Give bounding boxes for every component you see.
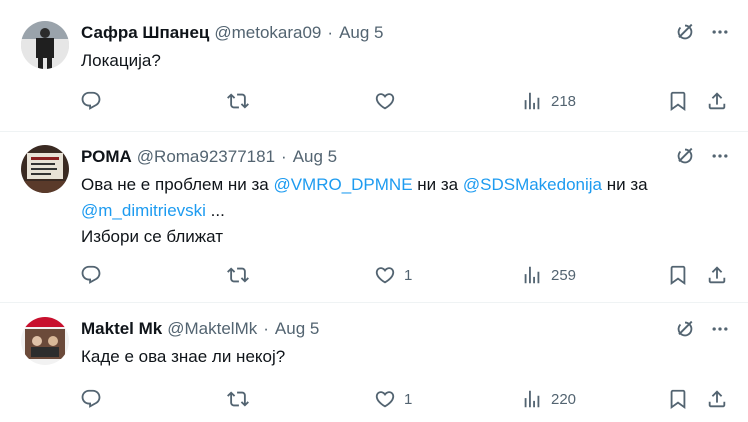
tweet-text: Локација? bbox=[81, 48, 721, 74]
more-icon[interactable] bbox=[710, 319, 730, 339]
user-handle[interactable]: @Roma92377181 bbox=[137, 147, 275, 167]
views-button[interactable]: 259 bbox=[521, 258, 576, 292]
tweet-actions: 1 259 bbox=[70, 258, 740, 292]
avatar[interactable] bbox=[21, 145, 69, 193]
retweet-button[interactable] bbox=[227, 382, 249, 416]
tweet-actions: 1 220 bbox=[70, 382, 740, 416]
tweet[interactable]: Maktel Mk @MaktelMk · Aug 5 Каде е ова з… bbox=[0, 303, 748, 422]
more-icon[interactable] bbox=[710, 22, 730, 42]
user-handle[interactable]: @MaktelMk bbox=[167, 319, 257, 339]
retweet-icon bbox=[227, 264, 249, 286]
grok-icon[interactable] bbox=[674, 21, 696, 43]
mention-link[interactable]: @VMRO_DPMNE bbox=[273, 175, 412, 194]
retweet-button[interactable] bbox=[227, 84, 249, 118]
retweet-button[interactable] bbox=[227, 258, 249, 292]
share-icon bbox=[706, 388, 728, 410]
retweet-icon bbox=[227, 90, 249, 112]
separator: · bbox=[327, 23, 334, 42]
share-icon bbox=[706, 264, 728, 286]
tweet-actions: 218 bbox=[70, 84, 740, 118]
bookmark-icon bbox=[667, 388, 689, 410]
like-icon bbox=[374, 90, 396, 112]
tweet[interactable]: Сафра Шпанец @metokara09 · Aug 5 Локациј… bbox=[0, 0, 748, 130]
reply-button[interactable] bbox=[80, 382, 102, 416]
user-handle[interactable]: @metokara09 bbox=[214, 23, 321, 43]
tweet-date[interactable]: Aug 5 bbox=[339, 23, 383, 43]
avatar-image bbox=[21, 145, 69, 193]
like-count: 1 bbox=[404, 390, 413, 408]
text-segment: ни за bbox=[602, 175, 648, 194]
views-icon bbox=[521, 388, 543, 410]
tweet-date[interactable]: Aug 5 bbox=[293, 147, 337, 167]
like-icon bbox=[374, 388, 396, 410]
tweet-text-content: Каде е ова знае ли некој? bbox=[81, 347, 286, 366]
tweet-header: Maktel Mk @MaktelMk · Aug 5 bbox=[81, 318, 319, 340]
share-button[interactable] bbox=[706, 258, 728, 292]
text-segment: ни за bbox=[412, 175, 463, 194]
bookmark-button[interactable] bbox=[667, 382, 689, 416]
share-button[interactable] bbox=[706, 84, 728, 118]
avatar-image bbox=[21, 21, 69, 69]
retweet-icon bbox=[227, 388, 249, 410]
text-segment: Избори се ближат bbox=[81, 227, 223, 246]
reply-icon bbox=[80, 388, 102, 410]
like-icon bbox=[374, 264, 396, 286]
tweet-top-actions bbox=[674, 21, 730, 43]
reply-button[interactable] bbox=[80, 258, 102, 292]
tweet-text-line: @m_dimitrievski ... bbox=[81, 198, 721, 224]
tweet-top-actions bbox=[674, 318, 730, 340]
tweet-text: Ова не е проблем ни за @VMRO_DPMNE ни за… bbox=[81, 172, 721, 250]
tweet-text-line: Ова не е проблем ни за @VMRO_DPMNE ни за… bbox=[81, 172, 721, 198]
separator: · bbox=[263, 319, 269, 338]
tweet-top-actions bbox=[674, 145, 730, 167]
text-segment: Ова не е проблем ни за bbox=[81, 175, 274, 194]
bookmark-icon bbox=[667, 264, 689, 286]
tweet-header: РОМА @Roma92377181 · Aug 5 bbox=[81, 146, 337, 168]
display-name[interactable]: РОМА bbox=[81, 147, 132, 167]
tweet-text: Каде е ова знае ли некој? bbox=[81, 344, 721, 370]
reply-icon bbox=[80, 90, 102, 112]
more-icon[interactable] bbox=[710, 146, 730, 166]
tweet-text-line: Избори се ближат bbox=[81, 224, 721, 250]
views-icon bbox=[521, 90, 543, 112]
like-button[interactable]: 1 bbox=[374, 258, 412, 292]
avatar[interactable] bbox=[21, 21, 69, 69]
views-icon bbox=[521, 264, 543, 286]
bookmark-button[interactable] bbox=[667, 258, 689, 292]
tweet[interactable]: РОМА @Roma92377181 · Aug 5 Ова не е проб… bbox=[0, 132, 748, 302]
tweet-header: Сафра Шпанец @metokara09 · Aug 5 bbox=[81, 22, 384, 44]
tweet-date[interactable]: Aug 5 bbox=[275, 319, 319, 339]
share-icon bbox=[706, 90, 728, 112]
like-count: 1 bbox=[404, 266, 413, 284]
views-count: 220 bbox=[551, 390, 577, 408]
avatar-image bbox=[21, 317, 69, 365]
reply-icon bbox=[80, 264, 102, 286]
display-name[interactable]: Сафра Шпанец bbox=[81, 23, 209, 43]
avatar[interactable] bbox=[21, 317, 69, 365]
text-segment: ... bbox=[205, 201, 225, 220]
share-button[interactable] bbox=[706, 382, 728, 416]
mention-link[interactable]: @SDSMakedonija bbox=[463, 175, 602, 194]
views-button[interactable]: 220 bbox=[521, 382, 576, 416]
separator: · bbox=[281, 147, 287, 166]
like-button[interactable]: 1 bbox=[374, 382, 412, 416]
mention-link[interactable]: @m_dimitrievski bbox=[81, 201, 206, 220]
bookmark-icon bbox=[667, 90, 689, 112]
reply-button[interactable] bbox=[80, 84, 102, 118]
views-button[interactable]: 218 bbox=[521, 84, 576, 118]
grok-icon[interactable] bbox=[674, 318, 696, 340]
grok-icon[interactable] bbox=[674, 145, 696, 167]
bookmark-button[interactable] bbox=[667, 84, 689, 118]
like-button[interactable] bbox=[374, 84, 404, 118]
tweet-text-content: Локација? bbox=[81, 51, 161, 70]
views-count: 259 bbox=[551, 266, 577, 284]
display-name[interactable]: Maktel Mk bbox=[81, 319, 162, 339]
views-count: 218 bbox=[551, 92, 577, 110]
